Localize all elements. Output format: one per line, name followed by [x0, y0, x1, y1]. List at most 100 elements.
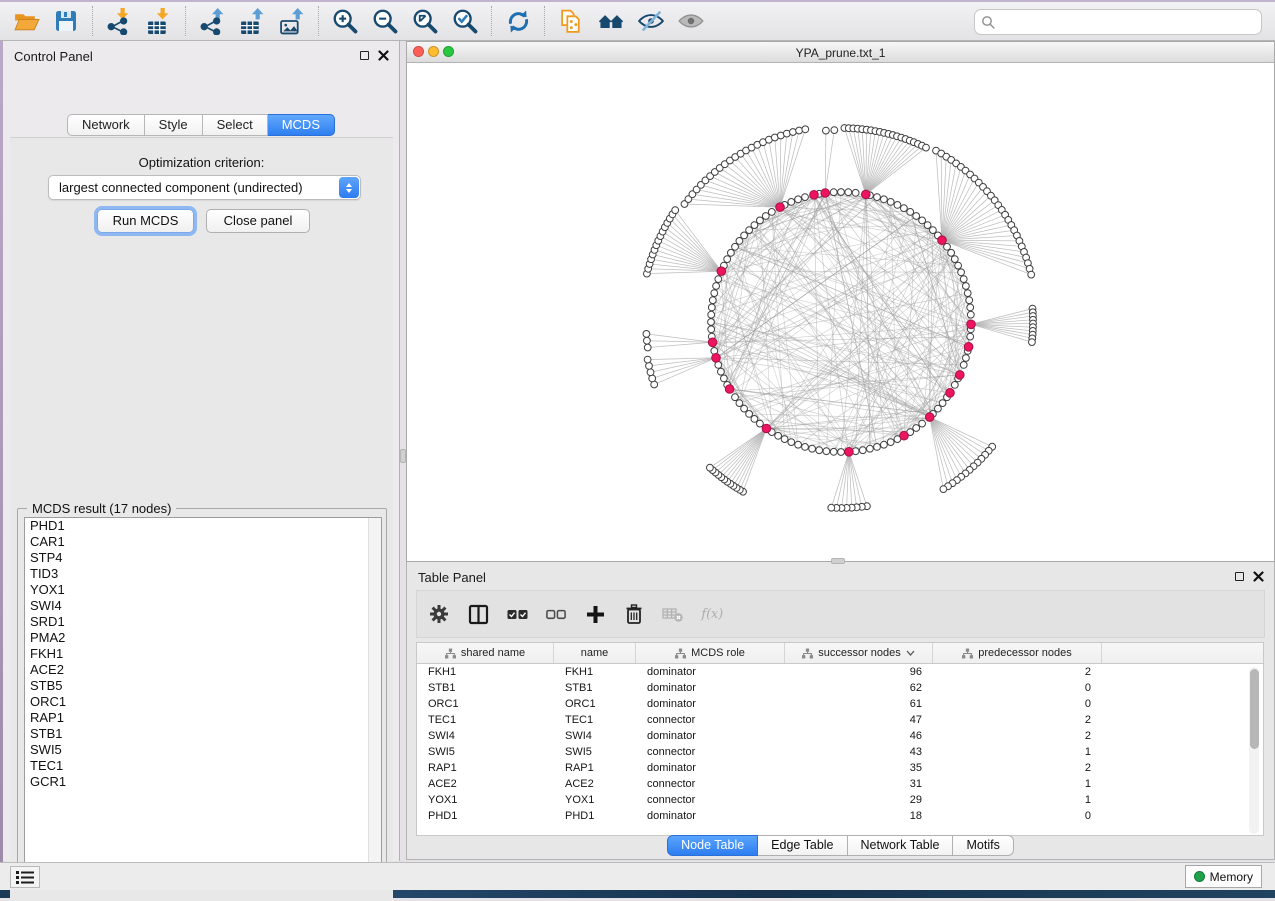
cell-name[interactable]: FKH1	[554, 664, 636, 680]
mcds-result-item[interactable]: PHD1	[25, 518, 381, 534]
table-row-SWI4[interactable]: SWI4SWI4dominator462	[417, 728, 1263, 744]
cell-successor-nodes[interactable]: 29	[785, 792, 933, 808]
cell-MCDS-role[interactable]: connector	[636, 792, 785, 808]
add-column-button[interactable]	[583, 602, 607, 626]
select-all-button[interactable]	[505, 602, 529, 626]
cell-name[interactable]: YOX1	[554, 792, 636, 808]
cell-predecessor-nodes[interactable]: 2	[933, 664, 1102, 680]
close-panel-button[interactable]: Close panel	[206, 209, 310, 233]
zoom-in-button[interactable]	[325, 4, 365, 38]
cell-MCDS-role[interactable]: dominator	[636, 680, 785, 696]
tab-edge-table[interactable]: Edge Table	[758, 835, 847, 856]
criterion-dropdown[interactable]: largest connected component (undirected)	[48, 175, 361, 200]
cell-successor-nodes[interactable]: 47	[785, 712, 933, 728]
search-input[interactable]	[974, 9, 1262, 35]
task-history-button[interactable]	[10, 866, 40, 888]
cell-successor-nodes[interactable]: 46	[785, 728, 933, 744]
mcds-result-item[interactable]: FKH1	[25, 646, 381, 662]
table-row-STB1[interactable]: STB1STB1dominator620	[417, 680, 1263, 696]
cell-shared-name[interactable]: FKH1	[417, 664, 554, 680]
cell-MCDS-role[interactable]: dominator	[636, 808, 785, 824]
cell-MCDS-role[interactable]: dominator	[636, 760, 785, 776]
float-panel-icon[interactable]	[1235, 572, 1244, 581]
export-table-button[interactable]	[232, 4, 272, 38]
mcds-result-item[interactable]: STB5	[25, 678, 381, 694]
table-row-FKH1[interactable]: FKH1FKH1dominator962	[417, 664, 1263, 680]
cell-shared-name[interactable]: ACE2	[417, 776, 554, 792]
zoom-fit-button[interactable]	[405, 4, 445, 38]
mcds-result-item[interactable]: ACE2	[25, 662, 381, 678]
mcds-result-item[interactable]: STP4	[25, 550, 381, 566]
cell-MCDS-role[interactable]: dominator	[636, 664, 785, 680]
mcds-result-item[interactable]: SWI5	[25, 742, 381, 758]
cell-predecessor-nodes[interactable]: 2	[933, 728, 1102, 744]
import-network-button[interactable]	[99, 4, 139, 38]
export-image-button[interactable]	[272, 4, 312, 38]
cell-name[interactable]: PHD1	[554, 808, 636, 824]
cell-name[interactable]: SWI4	[554, 728, 636, 744]
table-scrollbar[interactable]	[1249, 667, 1259, 834]
table-row-ACE2[interactable]: ACE2ACE2connector311	[417, 776, 1263, 792]
cell-predecessor-nodes[interactable]: 0	[933, 808, 1102, 824]
cell-name[interactable]: ORC1	[554, 696, 636, 712]
cell-predecessor-nodes[interactable]: 2	[933, 712, 1102, 728]
mcds-result-item[interactable]: ORC1	[25, 694, 381, 710]
tab-node-table[interactable]: Node Table	[667, 835, 758, 856]
cell-shared-name[interactable]: PHD1	[417, 808, 554, 824]
save-session-button[interactable]	[46, 4, 86, 38]
horizontal-splitter-handle[interactable]	[831, 558, 845, 564]
cell-shared-name[interactable]: YOX1	[417, 792, 554, 808]
mcds-result-item[interactable]: STB1	[25, 726, 381, 742]
cell-name[interactable]: RAP1	[554, 760, 636, 776]
tab-select[interactable]: Select	[203, 114, 268, 136]
mcds-result-item[interactable]: TEC1	[25, 758, 381, 774]
mcds-result-item[interactable]: GCR1	[25, 774, 381, 790]
cell-shared-name[interactable]: SWI4	[417, 728, 554, 744]
table-row-PHD1[interactable]: PHD1PHD1dominator180	[417, 808, 1263, 824]
column-header-shared-name[interactable]: shared name	[417, 643, 554, 663]
cell-predecessor-nodes[interactable]: 1	[933, 776, 1102, 792]
clone-network-button[interactable]	[551, 4, 591, 38]
column-header-successor-nodes[interactable]: successor nodes	[785, 643, 933, 663]
hide-selected-button[interactable]	[631, 4, 671, 38]
result-list-scrollbar[interactable]	[368, 518, 381, 872]
cell-shared-name[interactable]: RAP1	[417, 760, 554, 776]
tab-network[interactable]: Network	[67, 114, 145, 136]
network-canvas[interactable]	[407, 63, 1274, 561]
cell-predecessor-nodes[interactable]: 2	[933, 760, 1102, 776]
cell-name[interactable]: ACE2	[554, 776, 636, 792]
cell-MCDS-role[interactable]: connector	[636, 776, 785, 792]
mcds-result-item[interactable]: SRD1	[25, 614, 381, 630]
cell-successor-nodes[interactable]: 96	[785, 664, 933, 680]
mcds-result-item[interactable]: RAP1	[25, 710, 381, 726]
cell-successor-nodes[interactable]: 18	[785, 808, 933, 824]
cell-name[interactable]: STB1	[554, 680, 636, 696]
import-table-button[interactable]	[139, 4, 179, 38]
open-session-button[interactable]	[6, 4, 46, 38]
memory-button[interactable]: Memory	[1185, 865, 1262, 888]
table-row-SWI5[interactable]: SWI5SWI5connector431	[417, 744, 1263, 760]
cell-successor-nodes[interactable]: 61	[785, 696, 933, 712]
show-columns-button[interactable]	[466, 602, 490, 626]
mcds-result-item[interactable]: TID3	[25, 566, 381, 582]
first-neighbors-button[interactable]	[591, 4, 631, 38]
table-row-TEC1[interactable]: TEC1TEC1connector472	[417, 712, 1263, 728]
cell-successor-nodes[interactable]: 31	[785, 776, 933, 792]
deselect-all-button[interactable]	[544, 602, 568, 626]
cell-shared-name[interactable]: TEC1	[417, 712, 554, 728]
column-header-predecessor-nodes[interactable]: predecessor nodes	[933, 643, 1102, 663]
table-row-ORC1[interactable]: ORC1ORC1dominator610	[417, 696, 1263, 712]
show-all-button[interactable]	[671, 4, 711, 38]
cell-MCDS-role[interactable]: connector	[636, 712, 785, 728]
zoom-out-button[interactable]	[365, 4, 405, 38]
run-mcds-button[interactable]: Run MCDS	[97, 209, 194, 233]
close-panel-icon[interactable]	[378, 50, 389, 61]
zoom-selected-button[interactable]	[445, 4, 485, 38]
mcds-result-item[interactable]: YOX1	[25, 582, 381, 598]
network-window-titlebar[interactable]: YPA_prune.txt_1	[407, 42, 1274, 63]
mcds-result-item[interactable]: CAR1	[25, 534, 381, 550]
cell-MCDS-role[interactable]: connector	[636, 744, 785, 760]
cell-name[interactable]: SWI5	[554, 744, 636, 760]
apply-layout-button[interactable]	[498, 4, 538, 38]
column-header-name[interactable]: name	[554, 643, 636, 663]
